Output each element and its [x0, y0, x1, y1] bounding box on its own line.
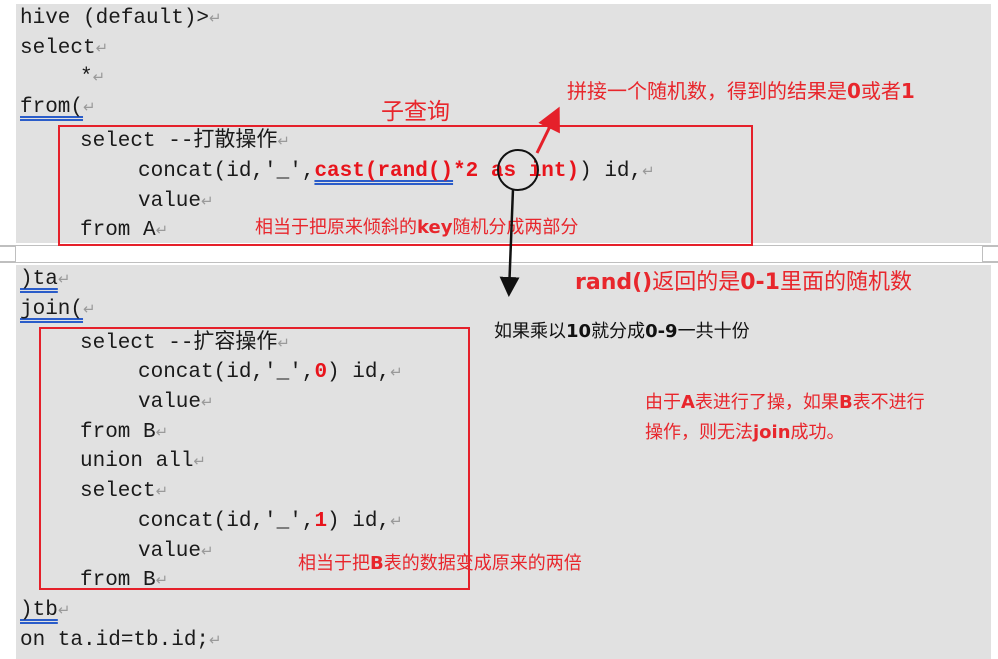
annotation-times-ten: 如果乘以10就分成0-9一共十份	[494, 321, 750, 342]
page-corner-marker	[982, 246, 998, 262]
code-line: *↵	[80, 66, 106, 89]
page-break-line	[0, 262, 998, 263]
code-line: hive (default)>↵	[20, 7, 222, 30]
annotation-b-double: 相当于把B表的数据变成原来的两倍	[298, 553, 582, 574]
annotation-b-reason: 由于A表进行了操，如果B表不进行 操作，则无法join成功。	[645, 388, 925, 448]
code-line: )tb↵	[20, 599, 71, 622]
annotation-b-reason-line2: 操作，则无法join成功。	[645, 422, 845, 443]
code-line: select↵	[20, 37, 109, 60]
annotation-b-reason-line1: 由于A表进行了操，如果B表不进行	[645, 392, 925, 413]
code-line: from(↵	[20, 96, 96, 119]
annotation-concat-random: 拼接一个随机数，得到的结果是0或者1	[567, 79, 915, 103]
annotation-subquery: 子查询	[381, 99, 450, 125]
code-line: join(↵	[20, 298, 96, 321]
annotation-scatter-key: 相当于把原来倾斜的key随机分成两部分	[255, 217, 579, 238]
code-line: )ta↵	[20, 268, 71, 291]
annotation-rand-range: rand()返回的是0-1里面的随机数	[575, 270, 912, 295]
code-line: on ta.id=tb.id;↵	[20, 629, 222, 652]
page-corner-marker	[0, 246, 16, 262]
